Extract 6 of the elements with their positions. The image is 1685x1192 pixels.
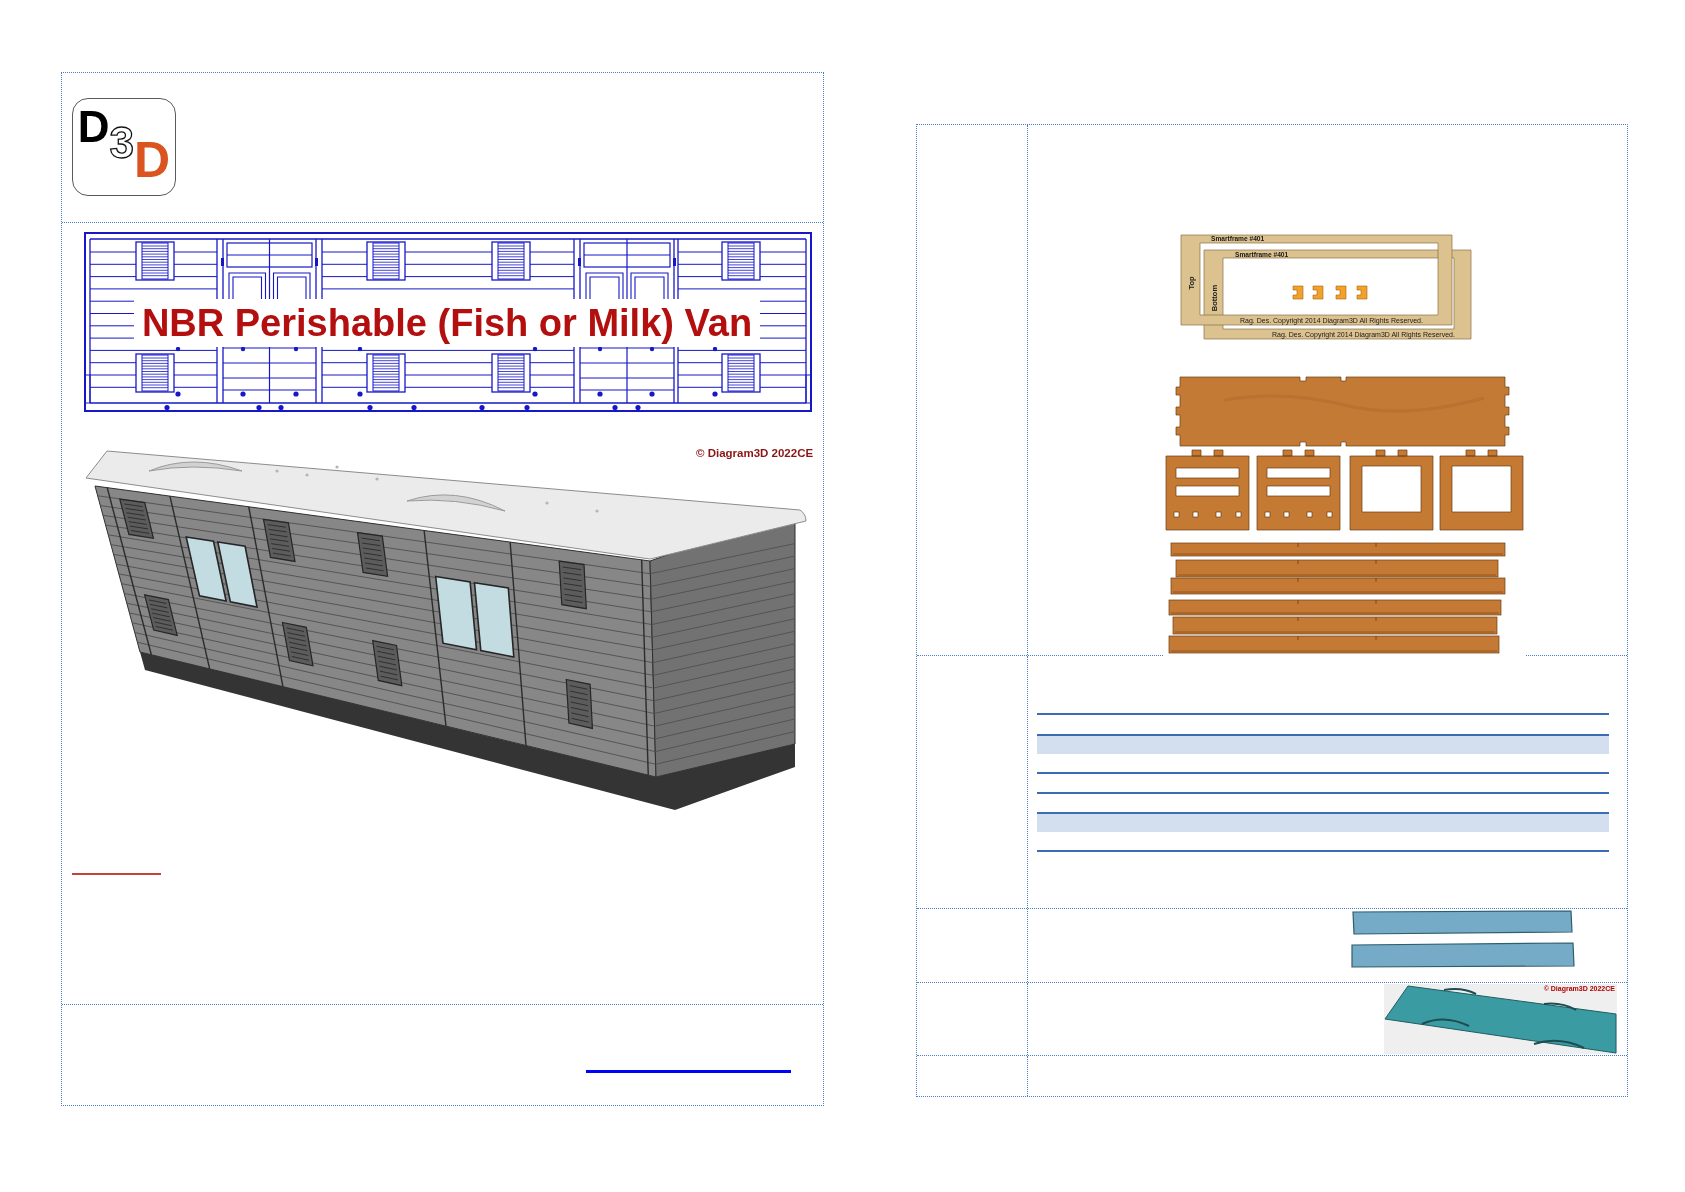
clip-icon [1312,285,1324,300]
clip-icon [1335,285,1347,300]
drawing-title: NBR Perishable (Fish or Milk) Van [134,299,760,347]
copyright-caption: © Diagram3D 2022CE [696,447,814,461]
clip-icon [1292,285,1304,300]
clip-icon [1356,285,1368,300]
